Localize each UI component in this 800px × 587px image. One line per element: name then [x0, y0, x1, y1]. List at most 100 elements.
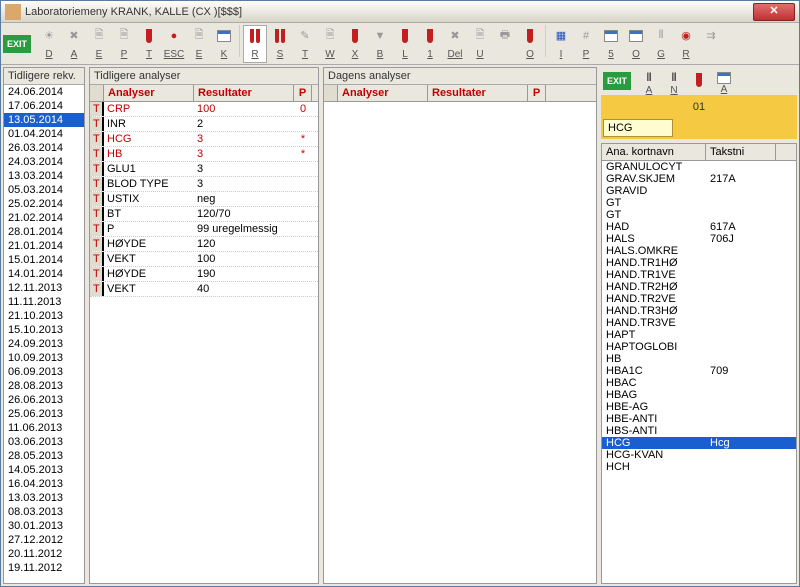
col-takstni[interactable]: Takstni — [706, 144, 776, 160]
date-item[interactable]: 19.11.2012 — [4, 561, 84, 575]
toolbar-btn-T[interactable]: ✎T — [293, 25, 317, 63]
lookup-row[interactable]: HAND.TR3HØ — [602, 305, 796, 317]
lookup-row[interactable]: GRANULOCYT — [602, 161, 796, 173]
lookup-row[interactable]: HAND.TR2VE — [602, 293, 796, 305]
lookup-row[interactable]: HBE-AG — [602, 401, 796, 413]
toolbar-btn-5[interactable]: 5 — [599, 25, 623, 63]
search-input[interactable] — [603, 119, 673, 137]
date-item[interactable]: 21.01.2014 — [4, 239, 84, 253]
right-toolbar-btn-1[interactable]: ⫴N — [662, 69, 686, 93]
date-item[interactable]: 30.01.2013 — [4, 519, 84, 533]
col-analyser[interactable]: Analyser — [104, 85, 194, 101]
lookup-row[interactable]: GT — [602, 197, 796, 209]
date-item[interactable]: 21.10.2013 — [4, 309, 84, 323]
analysis-row[interactable]: TINR2 — [90, 117, 318, 132]
toolbar-btn-G[interactable]: ⫴G — [649, 25, 673, 63]
toolbar-btn-R[interactable]: ◉R — [674, 25, 698, 63]
lookup-row[interactable]: HAD617A — [602, 221, 796, 233]
analysis-row[interactable]: TBT120/70 — [90, 207, 318, 222]
lookup-row[interactable]: HALS706J — [602, 233, 796, 245]
lookup-row[interactable]: HALS.OMKRE — [602, 245, 796, 257]
date-item[interactable]: 20.11.2012 — [4, 547, 84, 561]
right-toolbar-btn-0[interactable]: ⫴A — [637, 69, 661, 93]
toolbar-btn-18[interactable]: 🖶 — [493, 25, 517, 63]
right-exit-button[interactable]: EXIT — [603, 72, 631, 90]
date-item[interactable]: 15.10.2013 — [4, 323, 84, 337]
date-item[interactable]: 08.03.2013 — [4, 505, 84, 519]
lookup-row[interactable]: HBAG — [602, 389, 796, 401]
date-item[interactable]: 01.04.2014 — [4, 127, 84, 141]
lookup-row[interactable]: HAPT — [602, 329, 796, 341]
toolbar-btn-P[interactable]: #P — [574, 25, 598, 63]
date-item[interactable]: 24.09.2013 — [4, 337, 84, 351]
toolbar-btn-L[interactable]: L — [393, 25, 417, 63]
date-item[interactable]: 14.05.2013 — [4, 463, 84, 477]
lookup-row[interactable]: GRAV.SKJEM217A — [602, 173, 796, 185]
lookup-row[interactable]: GRAVID — [602, 185, 796, 197]
col-ana-kortnavn[interactable]: Ana. kortnavn — [602, 144, 706, 160]
date-item[interactable]: 25.06.2013 — [4, 407, 84, 421]
date-item[interactable]: 28.05.2013 — [4, 449, 84, 463]
toolbar-btn-E[interactable]: 🗎E — [87, 25, 111, 63]
date-item[interactable]: 11.06.2013 — [4, 421, 84, 435]
date-item[interactable]: 21.02.2014 — [4, 211, 84, 225]
date-item[interactable]: 27.12.2012 — [4, 533, 84, 547]
date-item[interactable]: 28.08.2013 — [4, 379, 84, 393]
lookup-row[interactable]: HBAC — [602, 377, 796, 389]
date-item[interactable]: 24.03.2014 — [4, 155, 84, 169]
analysis-row[interactable]: TGLU13 — [90, 162, 318, 177]
analysis-row[interactable]: THØYDE120 — [90, 237, 318, 252]
close-button[interactable]: ✕ — [753, 3, 795, 21]
prev-analyses-grid[interactable]: Analyser Resultater P TCRP1000TINR2THCG3… — [90, 85, 318, 583]
toolbar-btn-T[interactable]: T — [137, 25, 161, 63]
date-item[interactable]: 28.01.2014 — [4, 225, 84, 239]
toolbar-btn-X[interactable]: X — [343, 25, 367, 63]
toolbar-btn-S[interactable]: S — [268, 25, 292, 63]
date-item[interactable]: 15.01.2014 — [4, 253, 84, 267]
lookup-row[interactable]: HAND.TR1HØ — [602, 257, 796, 269]
toolbar-btn-O[interactable]: O — [518, 25, 542, 63]
col-resultater[interactable]: Resultater — [194, 85, 294, 101]
analysis-row[interactable]: THB3* — [90, 147, 318, 162]
toolbar-btn-O[interactable]: O — [624, 25, 648, 63]
lookup-row[interactable]: HB — [602, 353, 796, 365]
toolbar-btn-ESC[interactable]: ●ESC — [162, 25, 186, 63]
analysis-row[interactable]: TVEKT40 — [90, 282, 318, 297]
toolbar-btn-K[interactable]: K — [212, 25, 236, 63]
toolbar-btn-I[interactable]: ▦I — [549, 25, 573, 63]
date-item[interactable]: 17.06.2014 — [4, 99, 84, 113]
right-toolbar-btn-3[interactable]: A — [712, 69, 736, 93]
right-toolbar-btn-2[interactable] — [687, 69, 711, 93]
toolbar-btn-U[interactable]: 🗎U — [468, 25, 492, 63]
date-item[interactable]: 13.03.2014 — [4, 169, 84, 183]
toolbar-btn-E[interactable]: 🗎E — [187, 25, 211, 63]
col-resultater[interactable]: Resultater — [428, 85, 528, 101]
lookup-row[interactable]: HAPTOGLOBI — [602, 341, 796, 353]
analysis-row[interactable]: TP99 uregelmessig — [90, 222, 318, 237]
lookup-row[interactable]: HAND.TR1VE — [602, 269, 796, 281]
exit-button[interactable]: EXIT — [3, 35, 31, 53]
lookup-row[interactable]: HBE-ANTI — [602, 413, 796, 425]
toolbar-btn-A[interactable]: ✖A — [62, 25, 86, 63]
date-item[interactable]: 24.06.2014 — [4, 85, 84, 99]
lookup-row[interactable]: GT — [602, 209, 796, 221]
date-item[interactable]: 11.11.2013 — [4, 295, 84, 309]
analysis-row[interactable]: TVEKT100 — [90, 252, 318, 267]
date-item[interactable]: 26.03.2014 — [4, 141, 84, 155]
analysis-row[interactable]: TCRP1000 — [90, 102, 318, 117]
col-analyser[interactable]: Analyser — [338, 85, 428, 101]
lookup-row[interactable]: HBA1C709 — [602, 365, 796, 377]
lookup-row[interactable]: HCH — [602, 461, 796, 473]
analysis-row[interactable]: THCG3* — [90, 132, 318, 147]
toolbar-btn-26[interactable]: ⇉ — [699, 25, 723, 63]
toolbar-btn-P[interactable]: 🗎P — [112, 25, 136, 63]
dates-list[interactable]: 24.06.201417.06.201413.05.201401.04.2014… — [4, 85, 84, 583]
lookup-grid[interactable]: Ana. kortnavn Takstni GRANULOCYTGRAV.SKJ… — [601, 143, 797, 584]
toolbar-btn-R[interactable]: R — [243, 25, 267, 63]
toolbar-btn-B[interactable]: ▼B — [368, 25, 392, 63]
lookup-row[interactable]: HAND.TR2HØ — [602, 281, 796, 293]
today-analyses-grid[interactable]: Analyser Resultater P — [324, 85, 596, 583]
date-item[interactable]: 13.05.2014 — [4, 113, 84, 127]
lookup-row[interactable]: HCG-KVAN — [602, 449, 796, 461]
date-item[interactable]: 06.09.2013 — [4, 365, 84, 379]
